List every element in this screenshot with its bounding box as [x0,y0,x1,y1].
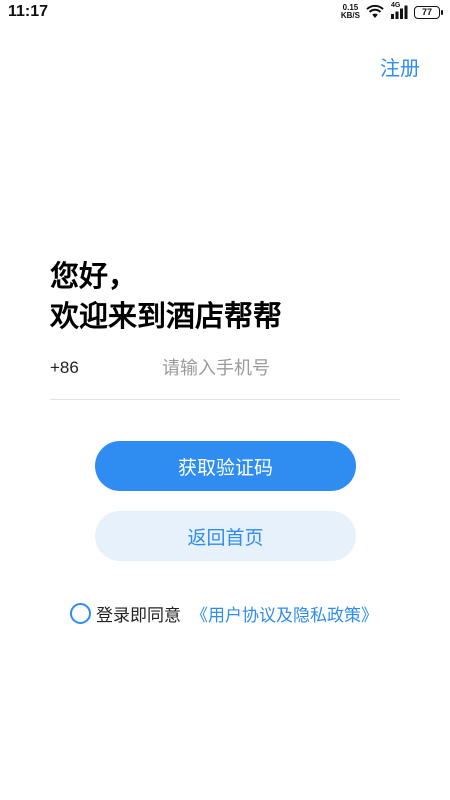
network-type: 4G [391,2,401,9]
phone-field: +86 [50,348,400,400]
greeting-line-2: 欢迎来到酒店帮帮 [50,299,283,333]
signal-icon: 4G [390,2,408,19]
greeting-line-1: 您好， [50,259,138,293]
get-verification-code-button[interactable]: 获取验证码 [95,441,356,491]
battery-icon: 77 [414,5,443,19]
network-speed-unit: KB/S [340,11,360,20]
agreement-row: 登录即同意 《用户协议及隐私政策》 [70,601,378,626]
status-indicators: 0.15 KB/S 4G 77 [341,2,443,21]
wifi-icon [366,5,384,19]
agreement-text: 登录即同意 [96,605,181,626]
status-bar: 11:17 0.15 KB/S 4G 77 [0,0,450,26]
radio-circle-icon[interactable] [70,602,91,624]
country-code[interactable]: +86 [50,358,79,378]
network-speed: 0.15 KB/S [341,4,360,20]
phone-input[interactable] [162,353,392,383]
battery-level: 77 [421,7,432,17]
status-time: 11:17 [8,3,49,20]
login-screen: 11:17 0.15 KB/S 4G 77 注册 您好， 欢迎来到酒店帮帮 +8… [0,0,450,800]
agreement-link[interactable]: 《用户协议及隐私政策》 [191,601,378,626]
welcome-heading: 您好， 欢迎来到酒店帮帮 [50,256,282,336]
register-link[interactable]: 注册 [380,52,420,81]
back-home-button[interactable]: 返回首页 [95,511,356,561]
